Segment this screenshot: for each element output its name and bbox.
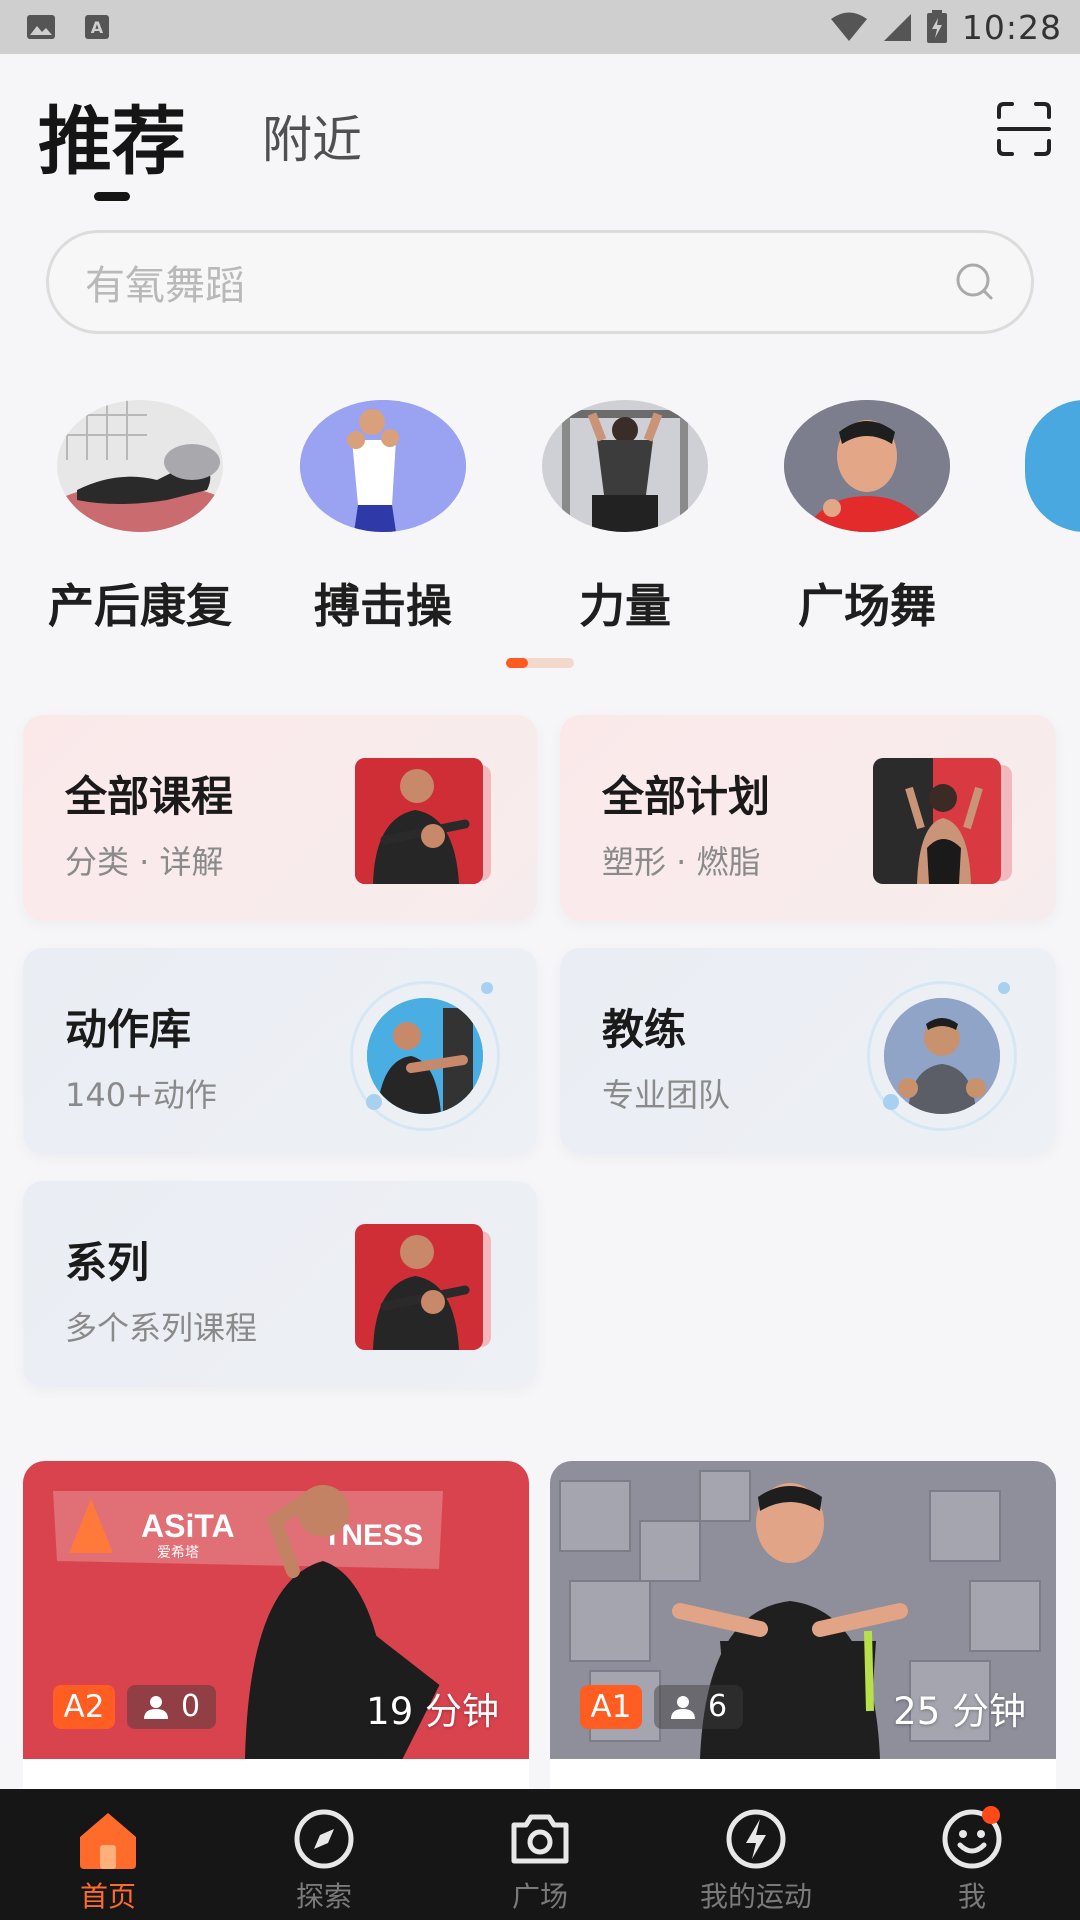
card-subtitle: 140+动作 [65, 1076, 217, 1114]
category-image [1025, 400, 1080, 532]
nav-me[interactable]: 我 [864, 1789, 1080, 1920]
card-all-plans[interactable]: 全部计划 塑形 · 燃脂 [560, 715, 1056, 921]
card-subtitle: 分类 · 详解 [65, 843, 224, 881]
lightning-icon [726, 1809, 786, 1869]
search-icon[interactable] [955, 262, 995, 302]
scan-icon[interactable] [996, 101, 1052, 157]
course-card-2[interactable]: A1 6 25 分钟 [550, 1461, 1056, 1801]
category-label: 产后康复 [48, 579, 232, 633]
category-boxing-aerobics[interactable]: 搏击操 [283, 400, 483, 636]
card-title: 系列 [65, 1238, 150, 1287]
card-title: 动作库 [65, 1005, 192, 1054]
category-strength[interactable]: 力量 [525, 400, 725, 636]
font-app-icon: A [85, 15, 109, 39]
tab-indicator [94, 192, 130, 201]
course-duration: 19 分钟 [366, 1690, 499, 1733]
notification-dot [982, 1806, 1000, 1824]
category-image [542, 400, 708, 532]
signal-icon [883, 14, 911, 41]
status-bar: A 10:28 [0, 0, 1080, 54]
course-duration: 25 分钟 [893, 1690, 1026, 1733]
home-icon [80, 1813, 136, 1869]
bottom-navigation: 首页 探索 广场 我的运动 我 [0, 1789, 1080, 1920]
gallery-icon [27, 15, 55, 39]
category-image [57, 400, 223, 532]
search-placeholder: 有氧舞蹈 [85, 263, 245, 309]
battery-icon [926, 10, 947, 43]
nav-home[interactable]: 首页 [0, 1789, 216, 1920]
participants-count: 6 [708, 1689, 728, 1724]
card-thumbnail [355, 758, 483, 884]
card-subtitle: 塑形 · 燃脂 [602, 843, 761, 881]
card-subtitle: 专业团队 [602, 1076, 731, 1114]
category-label: 广场舞 [798, 579, 936, 633]
banner-text: ASiTA [141, 1508, 235, 1544]
nav-square[interactable]: 广场 [432, 1789, 648, 1920]
level-badge: A2 [53, 1685, 115, 1729]
card-subtitle: 多个系列课程 [65, 1309, 258, 1347]
nav-label: 我的运动 [699, 1880, 812, 1913]
header: 推荐 附近 [0, 54, 1080, 204]
carousel-indicator [506, 658, 574, 668]
person-icon [671, 1696, 695, 1719]
clock: 10:28 [961, 7, 1062, 47]
category-square-dance[interactable]: 广场舞 [767, 400, 967, 636]
level-badge: A1 [580, 1685, 642, 1729]
svg-text:A: A [91, 18, 104, 37]
camera-icon [511, 1814, 569, 1864]
category-image [300, 400, 466, 532]
nav-my-sports[interactable]: 我的运动 [648, 1789, 864, 1920]
category-label: 力量 [579, 579, 671, 633]
person-icon [144, 1696, 168, 1719]
category-partial[interactable] [1000, 400, 1080, 532]
nav-label: 广场 [511, 1880, 568, 1913]
card-title: 全部课程 [65, 772, 234, 821]
card-exercise-library[interactable]: 动作库 140+动作 [23, 948, 537, 1154]
category-label: 搏击操 [314, 579, 452, 633]
category-strip: 产后康复 搏击操 力量 广场舞 [0, 400, 1080, 640]
participants-badge: 0 [127, 1685, 217, 1729]
card-thumbnail [873, 758, 1001, 884]
nav-label: 探索 [295, 1880, 352, 1913]
participants-count: 0 [181, 1689, 201, 1724]
card-series[interactable]: 系列 多个系列课程 [23, 1181, 537, 1387]
card-coach[interactable]: 教练 专业团队 [560, 948, 1056, 1154]
wifi-icon [830, 12, 867, 41]
tab-nearby[interactable]: 附近 [262, 100, 362, 172]
search-bar[interactable]: 有氧舞蹈 [46, 230, 1034, 334]
course-card-1[interactable]: ASiTA 爱希塔 TNESS A2 0 19 分钟 [23, 1461, 529, 1801]
card-title: 全部计划 [602, 772, 771, 821]
category-image [784, 400, 950, 532]
compass-icon [294, 1809, 354, 1869]
nav-label: 首页 [79, 1880, 136, 1913]
card-title: 教练 [602, 1005, 687, 1054]
participants-badge: 6 [654, 1685, 744, 1729]
nav-explore[interactable]: 探索 [216, 1789, 432, 1920]
card-all-courses[interactable]: 全部课程 分类 · 详解 [23, 715, 537, 921]
category-postpartum[interactable]: 产后康复 [40, 400, 240, 636]
tab-recommend[interactable]: 推荐 [38, 82, 186, 189]
nav-label: 我 [957, 1880, 986, 1913]
banner-subtext: 爱希塔 [157, 1545, 199, 1561]
card-thumbnail [355, 1224, 483, 1350]
